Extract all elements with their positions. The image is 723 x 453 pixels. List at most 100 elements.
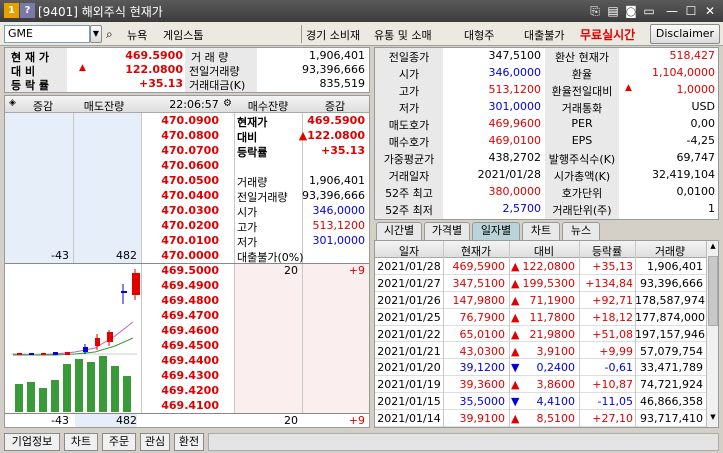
quote-label: 거래통화 xyxy=(561,102,603,115)
table-row[interactable]: 2021/01/21 43,0300 ▲ 3,9100 +9,99 57,079,754 xyxy=(375,343,706,360)
quote-value: -4,25 xyxy=(686,134,715,147)
search-icon[interactable]: ⌕ xyxy=(106,27,113,42)
bid-qty-column xyxy=(234,263,302,413)
cell-change: 21,9800 xyxy=(529,327,576,341)
cell-price: 147,9800 xyxy=(452,293,506,307)
table-row[interactable]: 2021/01/22 65,0100 ▲ 21,9800 +51,08 197,157,9… xyxy=(375,326,706,343)
bid-price[interactable]: 469.4700 xyxy=(143,309,219,322)
table-row[interactable]: 2021/01/14 39,9100 ▲ 8,5100 +27,10 93,717,410 xyxy=(375,410,706,427)
ask-change-column xyxy=(5,113,73,263)
table-row[interactable]: 2021/01/26 147,9800 ▲ 71,1900 +92,71 178,587,… xyxy=(375,292,706,309)
cell-change: 0,2400 xyxy=(536,361,576,375)
table-row[interactable]: 2021/01/19 39,3600 ▲ 3,8600 +10,87 74,721,924 xyxy=(375,376,706,394)
settings-icon[interactable]: ▭ xyxy=(641,3,657,19)
ask-price[interactable]: 470.0400 xyxy=(143,189,219,202)
ask-price[interactable]: 470.0200 xyxy=(143,219,219,232)
ask-price[interactable]: 470.0500 xyxy=(143,174,219,187)
table-row[interactable]: 2021/01/28 469,5900 ▲ 122,0800 +35,13 1,906,4… xyxy=(375,258,706,275)
close-icon[interactable]: ✕ xyxy=(702,3,718,19)
bottom-tab-exchange[interactable]: 환전 xyxy=(174,433,204,451)
scroll-up-icon[interactable]: ▲ xyxy=(708,242,718,254)
total-sell-change: -43 xyxy=(51,414,69,427)
quote-value: 301,0000 xyxy=(488,100,542,113)
info-vol-value: 1,906,401 xyxy=(309,174,365,187)
info-vol-label: 거래량 xyxy=(237,176,268,189)
quote-panel: 전일종가 347,5100 환산 현재가 518,427 시가 346,0000 환율 1,1… xyxy=(374,47,719,220)
info-rate-value: +35.13 xyxy=(320,144,365,157)
cell-change: 3,8600 xyxy=(536,378,576,392)
bottom-tab-order[interactable]: 주문 xyxy=(102,433,136,451)
quote-value: 380,0000 xyxy=(488,185,542,198)
scroll-thumb[interactable] xyxy=(708,256,718,326)
cell-volume: 46,866,358 xyxy=(640,395,703,409)
info-low-label: 저가 xyxy=(237,236,258,249)
quote-value: 2,5700 xyxy=(502,202,542,215)
bid-price[interactable]: 469.4100 xyxy=(143,399,219,412)
tab-price[interactable]: 가격별 xyxy=(424,222,470,240)
cell-price: 347,5100 xyxy=(452,276,506,290)
ask-price[interactable]: 470.0300 xyxy=(143,204,219,217)
info-high-value: 513,1200 xyxy=(312,219,366,232)
quote-label: 환율 xyxy=(571,68,593,81)
bid-price[interactable]: 469.4900 xyxy=(143,279,219,292)
quote-label: EPS xyxy=(571,134,593,147)
bid-price[interactable]: 469.4500 xyxy=(143,339,219,352)
cell-rate: +134,84 xyxy=(585,276,633,290)
bid-price[interactable]: 469.4400 xyxy=(143,354,219,367)
daily-scrollbar[interactable]: ▲ ▼ xyxy=(706,241,718,427)
refresh-icon[interactable]: ◈ xyxy=(9,98,16,108)
bid-price[interactable]: 469.4200 xyxy=(143,384,219,397)
quote-value: 1 xyxy=(708,202,715,215)
gear-icon[interactable]: ⚙ xyxy=(223,98,232,109)
table-row[interactable]: 2021/01/25 76,7900 ▲ 11,7800 +18,12 177,874,0… xyxy=(375,309,706,326)
info-prev-label: 전일거래량 xyxy=(237,191,288,204)
cell-change: 8,5100 xyxy=(536,412,576,426)
window-menu-icon[interactable]: 1 xyxy=(4,3,19,18)
bid-price[interactable]: 469.4800 xyxy=(143,294,219,307)
bid-price[interactable]: 469.4300 xyxy=(143,369,219,382)
minimize-icon[interactable]: — xyxy=(664,3,680,19)
bid-price[interactable]: 469.5000 xyxy=(143,264,219,277)
quote-label: 환율전일대비 xyxy=(551,85,613,98)
help-icon[interactable]: ? xyxy=(20,3,35,18)
bottom-tab-watch[interactable]: 관심 xyxy=(140,433,170,451)
table-row[interactable]: 2021/01/20 39,1200 ▼ 0,2400 -0,61 33,471,789 xyxy=(375,359,706,377)
link-icon[interactable]: ⎘ xyxy=(587,3,603,19)
ask-price[interactable]: 470.0100 xyxy=(143,234,219,247)
cell-price: 39,9100 xyxy=(459,412,506,426)
quote-value: 438,2702 xyxy=(488,151,542,164)
info-prev-value: 93,396,666 xyxy=(302,189,365,202)
tab-chart[interactable]: 차트 xyxy=(522,222,560,240)
symbol-dropdown-icon[interactable]: ▼ xyxy=(90,25,102,43)
bottom-tab-company[interactable]: 기업정보 xyxy=(4,433,60,451)
ask-price[interactable]: 470.0700 xyxy=(143,144,219,157)
col-rate: 등락률 xyxy=(591,245,623,258)
cell-rate: +92,71 xyxy=(592,293,633,307)
col-date: 일자 xyxy=(398,245,420,258)
bid-change-column xyxy=(302,263,369,413)
cell-volume: 177,874,000 xyxy=(635,310,705,324)
ask-price[interactable]: 470.0000 xyxy=(143,249,219,262)
cell-rate: -11,05 xyxy=(597,395,633,409)
save-icon[interactable]: ▤ xyxy=(605,3,621,19)
cell-date: 2021/01/14 xyxy=(377,412,441,426)
bottom-tab-chart[interactable]: 차트 xyxy=(64,433,98,451)
tab-news[interactable]: 뉴스 xyxy=(562,222,600,240)
bid-price[interactable]: 469.4600 xyxy=(143,324,219,337)
cell-rate: +51,08 xyxy=(592,327,633,341)
orderbook-header-buy-rem: 매수잔량 xyxy=(247,100,289,113)
quote-label: 저가 xyxy=(398,102,420,115)
scroll-down-icon[interactable]: ▼ xyxy=(708,413,718,425)
table-row[interactable]: 2021/01/15 35,5000 ▼ 4,4100 -11,05 46,866,358 xyxy=(375,393,706,411)
camera-icon[interactable]: ◙ xyxy=(623,3,639,19)
ask-price[interactable]: 470.0900 xyxy=(143,114,219,127)
table-row[interactable]: 2021/01/27 347,5100 ▲ 199,5300 +134,84 93,396… xyxy=(375,275,706,292)
disclaimer-button[interactable]: Disclaimer xyxy=(650,24,720,44)
ask-price[interactable]: 470.0800 xyxy=(143,129,219,142)
maximize-icon[interactable]: ☐ xyxy=(683,3,699,19)
ask-price[interactable]: 470.0600 xyxy=(143,159,219,172)
tab-time[interactable]: 시간별 xyxy=(376,222,422,240)
quote-label: 거래단위(주) xyxy=(552,204,612,217)
tab-daily[interactable]: 일자별 xyxy=(472,222,520,240)
symbol-input[interactable]: GME xyxy=(4,25,90,43)
